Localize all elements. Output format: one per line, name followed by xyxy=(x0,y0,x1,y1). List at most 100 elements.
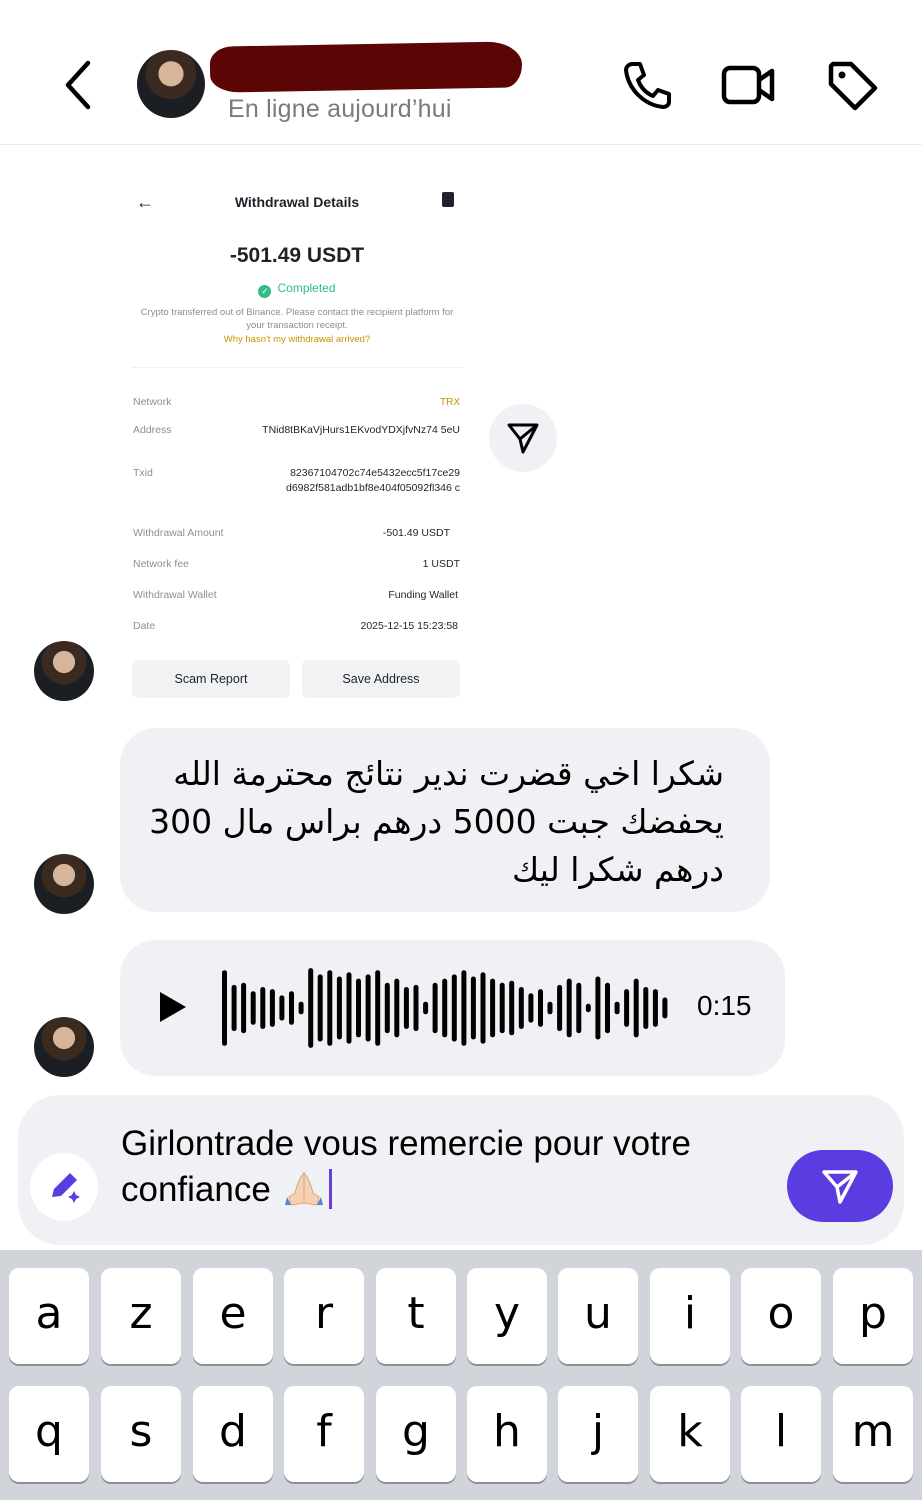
waveform-bar xyxy=(279,995,285,1021)
key-t[interactable]: t xyxy=(376,1268,456,1364)
key-h[interactable]: h xyxy=(467,1386,547,1482)
waveform-bar xyxy=(509,980,515,1036)
waveform-bar xyxy=(547,1001,553,1015)
message-bubble[interactable]: شكرا اخي قضرت ندير نتائج محترمة الله يحف… xyxy=(120,728,770,912)
detail-label: Network xyxy=(133,396,172,408)
on-screen-keyboard: a z e r t y u i o p q s d f g h j k l m xyxy=(0,1250,922,1500)
waveform-bar xyxy=(538,989,543,1027)
sender-avatar[interactable] xyxy=(34,854,94,914)
key-s[interactable]: s xyxy=(101,1386,181,1482)
waveform-bar xyxy=(432,982,438,1034)
video-call-button[interactable] xyxy=(721,58,775,112)
waveform-bar xyxy=(260,987,266,1029)
waveform-bar xyxy=(490,978,496,1038)
waveform-bar xyxy=(652,989,658,1027)
withdrawal-screenshot-image[interactable]: ← Withdrawal Details -501.49 USDT ✓ Compl… xyxy=(120,160,474,715)
detail-label: Address xyxy=(133,424,172,436)
waveform-bar xyxy=(662,997,668,1019)
waveform-bar xyxy=(605,982,610,1034)
key-i[interactable]: i xyxy=(650,1268,730,1364)
key-d[interactable]: d xyxy=(193,1386,273,1482)
sender-avatar[interactable] xyxy=(34,641,94,701)
withdrawal-title: Withdrawal Details xyxy=(234,194,360,210)
contact-status: En ligne aujourd’hui xyxy=(228,95,452,123)
detail-value: 2025-12-15 15:23:58 xyxy=(360,620,459,632)
divider xyxy=(132,367,462,368)
check-circle-icon: ✓ xyxy=(258,285,272,298)
waveform-bar xyxy=(394,978,400,1038)
waveform-bar xyxy=(566,978,572,1038)
scam-report-button: Scam Report xyxy=(132,660,290,698)
waveform-bar xyxy=(317,974,323,1042)
detail-label: Network fee xyxy=(133,558,190,570)
voice-duration: 0:15 xyxy=(697,990,752,1021)
send-button[interactable] xyxy=(787,1150,893,1222)
waveform-bar xyxy=(624,989,630,1027)
magic-pencil-icon xyxy=(52,1173,80,1203)
voice-message-bubble[interactable]: 0:15 xyxy=(120,940,785,1076)
tag-button[interactable] xyxy=(825,58,879,112)
waveform-bar xyxy=(289,991,294,1025)
chat-header: En ligne aujourd’hui xyxy=(0,0,922,145)
waveform-bar xyxy=(241,982,247,1034)
forward-button[interactable] xyxy=(489,404,557,472)
chevron-left-icon xyxy=(65,60,91,110)
waveform-bar xyxy=(614,1001,620,1015)
key-k[interactable]: k xyxy=(650,1386,730,1482)
waveform-bar xyxy=(375,970,381,1046)
key-m[interactable]: m xyxy=(833,1386,913,1482)
message-text: شكرا اخي قضرت ندير نتائج محترمة الله يحف… xyxy=(149,754,724,889)
detail-label: Withdrawal Amount xyxy=(133,527,224,539)
key-u[interactable]: u xyxy=(558,1268,638,1364)
sender-avatar[interactable] xyxy=(34,1017,94,1077)
waveform-bar xyxy=(308,968,314,1048)
save-address-button: Save Address xyxy=(302,660,460,698)
waveform-bar xyxy=(298,1001,304,1015)
key-q[interactable]: q xyxy=(9,1386,89,1482)
withdrawal-status: ✓ Completed xyxy=(120,281,474,298)
waveform-bar xyxy=(327,970,333,1046)
waveform-bar xyxy=(413,984,419,1032)
key-g[interactable]: g xyxy=(376,1386,456,1482)
key-p[interactable]: p xyxy=(833,1268,913,1364)
key-o[interactable]: o xyxy=(741,1268,821,1364)
voice-call-button[interactable] xyxy=(620,58,674,112)
voice-waveform[interactable] xyxy=(220,960,670,1056)
key-z[interactable]: z xyxy=(101,1268,181,1364)
key-l[interactable]: l xyxy=(741,1386,821,1482)
waveform-bar xyxy=(585,1003,591,1013)
play-icon[interactable] xyxy=(158,990,188,1024)
key-r[interactable]: r xyxy=(284,1268,364,1364)
waveform-bar xyxy=(442,978,448,1038)
key-a[interactable]: a xyxy=(9,1268,89,1364)
waveform-bar xyxy=(346,972,352,1044)
waveform-bar xyxy=(643,987,649,1029)
contact-avatar[interactable] xyxy=(137,50,205,118)
waveform-bar xyxy=(384,982,390,1034)
waveform-bar xyxy=(480,972,486,1044)
send-icon xyxy=(507,423,539,454)
key-f[interactable]: f xyxy=(284,1386,364,1482)
waveform-bar xyxy=(451,974,457,1042)
key-j[interactable]: j xyxy=(558,1386,638,1482)
waveform-bar xyxy=(595,976,601,1040)
back-button[interactable] xyxy=(56,55,106,115)
video-camera-icon xyxy=(721,65,775,105)
detail-value: TNid8tBKaVjHurs1EKvodYDXjfvNz74 5eU xyxy=(262,424,460,436)
key-e[interactable]: e xyxy=(193,1268,273,1364)
detail-value: -501.49 USDT xyxy=(382,527,450,539)
waveform-bar xyxy=(633,978,639,1038)
message-composer[interactable]: Girlontrade vous remercie pour votre con… xyxy=(18,1095,904,1245)
waveform-bar xyxy=(518,987,524,1029)
withdrawal-status-label: Completed xyxy=(277,281,336,295)
detail-label: Txid xyxy=(133,467,153,479)
withdrawal-note: Crypto transferred out of Binance. Pleas… xyxy=(140,307,454,331)
tag-icon xyxy=(828,61,878,111)
ai-write-button[interactable] xyxy=(30,1153,98,1221)
detail-label: Date xyxy=(133,620,156,632)
waveform-bar xyxy=(557,984,563,1032)
detail-value: 1 USDT xyxy=(422,558,460,570)
key-y[interactable]: y xyxy=(467,1268,547,1364)
message-input[interactable]: Girlontrade vous remercie pour votre con… xyxy=(121,1121,781,1213)
waveform-bar xyxy=(269,989,275,1027)
